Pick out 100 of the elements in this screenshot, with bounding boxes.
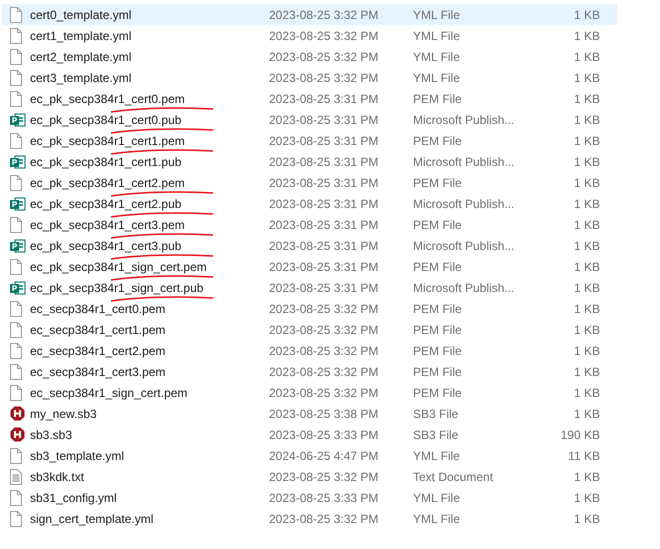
file-size: 1 KB	[572, 8, 600, 22]
file-row[interactable]: ec_pk_secp384r1_cert3.pub 2023-08-25 3:31 PM Microsoft Publish... 1 KB	[2, 235, 617, 256]
file-type: Microsoft Publish...	[413, 112, 516, 126]
file-size: 1 KB	[572, 134, 600, 148]
file-icon	[10, 510, 22, 526]
file-icon	[10, 384, 22, 400]
file-icon	[10, 364, 22, 380]
file-icon	[10, 300, 22, 316]
file-name: ec_pk_secp384r1_sign_cert.pub	[30, 280, 265, 294]
file-row[interactable]: my_new.sb3 2023-08-25 3:38 PM SB3 File 1 KB	[2, 403, 617, 424]
file-row[interactable]: cert1_template.yml 2023-08-25 3:32 PM YML File 1 KB	[2, 25, 617, 46]
file-row[interactable]: cert3_template.yml 2023-08-25 3:32 PM YML File 1 KB	[2, 67, 617, 88]
file-type: PEM File	[413, 386, 463, 400]
file-name: ec_pk_secp384r1_cert1.pub	[30, 154, 182, 168]
file-row[interactable]: sb3kdk.txt 2023-08-25 3:32 PM Text Document 1 KB	[2, 466, 617, 487]
file-row[interactable]: ec_secp384r1_cert2.pem 2023-08-25 3:32 PM PEM File 1 KB	[2, 340, 617, 361]
file-icon	[10, 258, 22, 274]
file-size: 1 KB	[572, 176, 600, 190]
file-name: ec_pk_secp384r1_cert2.pub	[30, 196, 265, 210]
file-type: YML File	[413, 490, 461, 504]
date-modified: 2023-08-25 3:31 PM	[269, 260, 380, 274]
file-size: 1 KB	[572, 344, 600, 358]
file-row[interactable]: cert0_template.yml 2023-08-25 3:32 PM YML File 1 KB	[2, 4, 617, 25]
file-row[interactable]: ec_pk_secp384r1_cert2.pub 2023-08-25 3:31 PM Microsoft Publish... 1 KB	[2, 193, 617, 214]
file-icon	[10, 90, 22, 106]
file-name: sb3kdk.txt	[30, 470, 86, 484]
file-row[interactable]: sb31_config.yml 2023-08-25 3:33 PM YML File 1 KB	[2, 487, 617, 508]
file-size: 1 KB	[572, 28, 600, 42]
file-type: YML File	[413, 512, 461, 526]
file-size: 1 KB	[572, 406, 600, 420]
publisher-file-icon	[10, 112, 26, 126]
file-type: YML File	[413, 448, 461, 462]
file-type: Text Document	[413, 470, 494, 484]
file-name: sign_cert_template.yml	[30, 512, 154, 526]
file-size: 1 KB	[572, 490, 600, 504]
file-name: ec_secp384r1_cert3.pem	[30, 364, 166, 378]
file-name: ec_pk_secp384r1_cert2.pem	[30, 176, 265, 190]
date-modified: 2023-08-25 3:32 PM	[269, 470, 380, 484]
file-name: cert2_template.yml	[30, 50, 132, 64]
file-size: 11 KB	[567, 448, 600, 462]
file-icon	[10, 448, 22, 464]
file-size: 1 KB	[572, 322, 600, 336]
file-icon	[10, 342, 22, 358]
file-row[interactable]: sign_cert_template.yml 2023-08-25 3:32 PM YML File 1 KB	[2, 508, 617, 529]
file-row[interactable]: ec_pk_secp384r1_cert1.pem 2023-08-25 3:31 PM PEM File 1 KB	[2, 130, 617, 151]
publisher-file-icon	[10, 280, 26, 294]
date-modified: 2023-08-25 3:32 PM	[269, 70, 380, 84]
file-name: my_new.sb3	[30, 406, 98, 420]
file-type: PEM File	[413, 322, 463, 336]
file-name: ec_pk_secp384r1_sign_cert.pem	[30, 260, 265, 274]
file-name: ec_pk_secp384r1_cert1.pem	[30, 134, 265, 148]
file-size: 1 KB	[572, 50, 600, 64]
file-icon	[10, 216, 22, 232]
file-size: 1 KB	[572, 280, 600, 294]
file-type: YML File	[413, 28, 461, 42]
publisher-file-icon	[10, 196, 26, 210]
hexagon-h-icon	[10, 406, 25, 421]
file-row[interactable]: ec_secp384r1_cert3.pem 2023-08-25 3:32 PM PEM File 1 KB	[2, 361, 617, 382]
file-name: cert1_template.yml	[30, 28, 132, 42]
file-row[interactable]: ec_pk_secp384r1_cert0.pem 2023-08-25 3:31 PM PEM File 1 KB	[2, 88, 617, 109]
file-row[interactable]: sb3.sb3 2023-08-25 3:33 PM SB3 File 190 KB	[2, 424, 617, 445]
file-type: PEM File	[413, 218, 463, 232]
file-row[interactable]: ec_pk_secp384r1_sign_cert.pub 2023-08-25 3:31 PM Microsoft Publish... 1 KB	[2, 277, 617, 298]
file-size: 1 KB	[572, 470, 600, 484]
date-modified: 2023-08-25 3:31 PM	[269, 196, 380, 210]
file-row[interactable]: ec_pk_secp384r1_cert0.pub 2023-08-25 3:31 PM Microsoft Publish... 1 KB	[2, 109, 617, 130]
file-type: PEM File	[413, 260, 463, 274]
file-row[interactable]: sb3_template.yml 2024-06-25 4:47 PM YML File 11 KB	[2, 445, 617, 466]
file-size: 190 KB	[560, 428, 600, 442]
hexagon-h-icon	[10, 427, 25, 442]
file-icon	[10, 322, 22, 338]
file-row[interactable]: ec_pk_secp384r1_sign_cert.pem 2023-08-25 3:31 PM PEM File 1 KB	[2, 256, 617, 277]
file-type: Microsoft Publish...	[413, 154, 516, 168]
file-name: ec_secp384r1_sign_cert.pem	[30, 386, 188, 400]
file-size: 1 KB	[572, 112, 600, 126]
file-size: 1 KB	[572, 512, 600, 526]
file-type: Microsoft Publish...	[413, 238, 516, 252]
file-type: PEM File	[413, 92, 463, 106]
date-modified: 2023-08-25 3:31 PM	[269, 92, 380, 106]
date-modified: 2023-08-25 3:32 PM	[269, 50, 380, 64]
file-row[interactable]: ec_secp384r1_cert1.pem 2023-08-25 3:32 PM PEM File 1 KB	[2, 319, 617, 340]
file-row[interactable]: ec_pk_secp384r1_cert1.pub 2023-08-25 3:31 PM Microsoft Publish... 1 KB	[2, 151, 617, 172]
file-size: 1 KB	[572, 70, 600, 84]
file-size: 1 KB	[572, 218, 600, 232]
file-icon	[10, 174, 22, 190]
file-row[interactable]: ec_secp384r1_sign_cert.pem 2023-08-25 3:32 PM PEM File 1 KB	[2, 382, 617, 403]
file-row[interactable]: ec_pk_secp384r1_cert2.pem 2023-08-25 3:31 PM PEM File 1 KB	[2, 172, 617, 193]
file-type: PEM File	[413, 176, 463, 190]
file-type: YML File	[413, 8, 461, 22]
file-row[interactable]: cert2_template.yml 2023-08-25 3:32 PM YML File 1 KB	[2, 46, 617, 67]
file-type: SB3 File	[413, 428, 460, 442]
date-modified: 2023-08-25 3:33 PM	[269, 490, 380, 504]
file-type: PEM File	[413, 302, 463, 316]
file-row[interactable]: ec_pk_secp384r1_cert3.pem 2023-08-25 3:31 PM PEM File 1 KB	[2, 214, 617, 235]
file-size: 1 KB	[572, 154, 600, 168]
file-size: 1 KB	[572, 196, 600, 210]
date-modified: 2023-08-25 3:31 PM	[269, 154, 380, 168]
file-name: sb3.sb3	[30, 428, 74, 442]
file-row[interactable]: ec_secp384r1_cert0.pem 2023-08-25 3:32 PM PEM File 1 KB	[2, 298, 617, 319]
file-type: YML File	[413, 50, 461, 64]
